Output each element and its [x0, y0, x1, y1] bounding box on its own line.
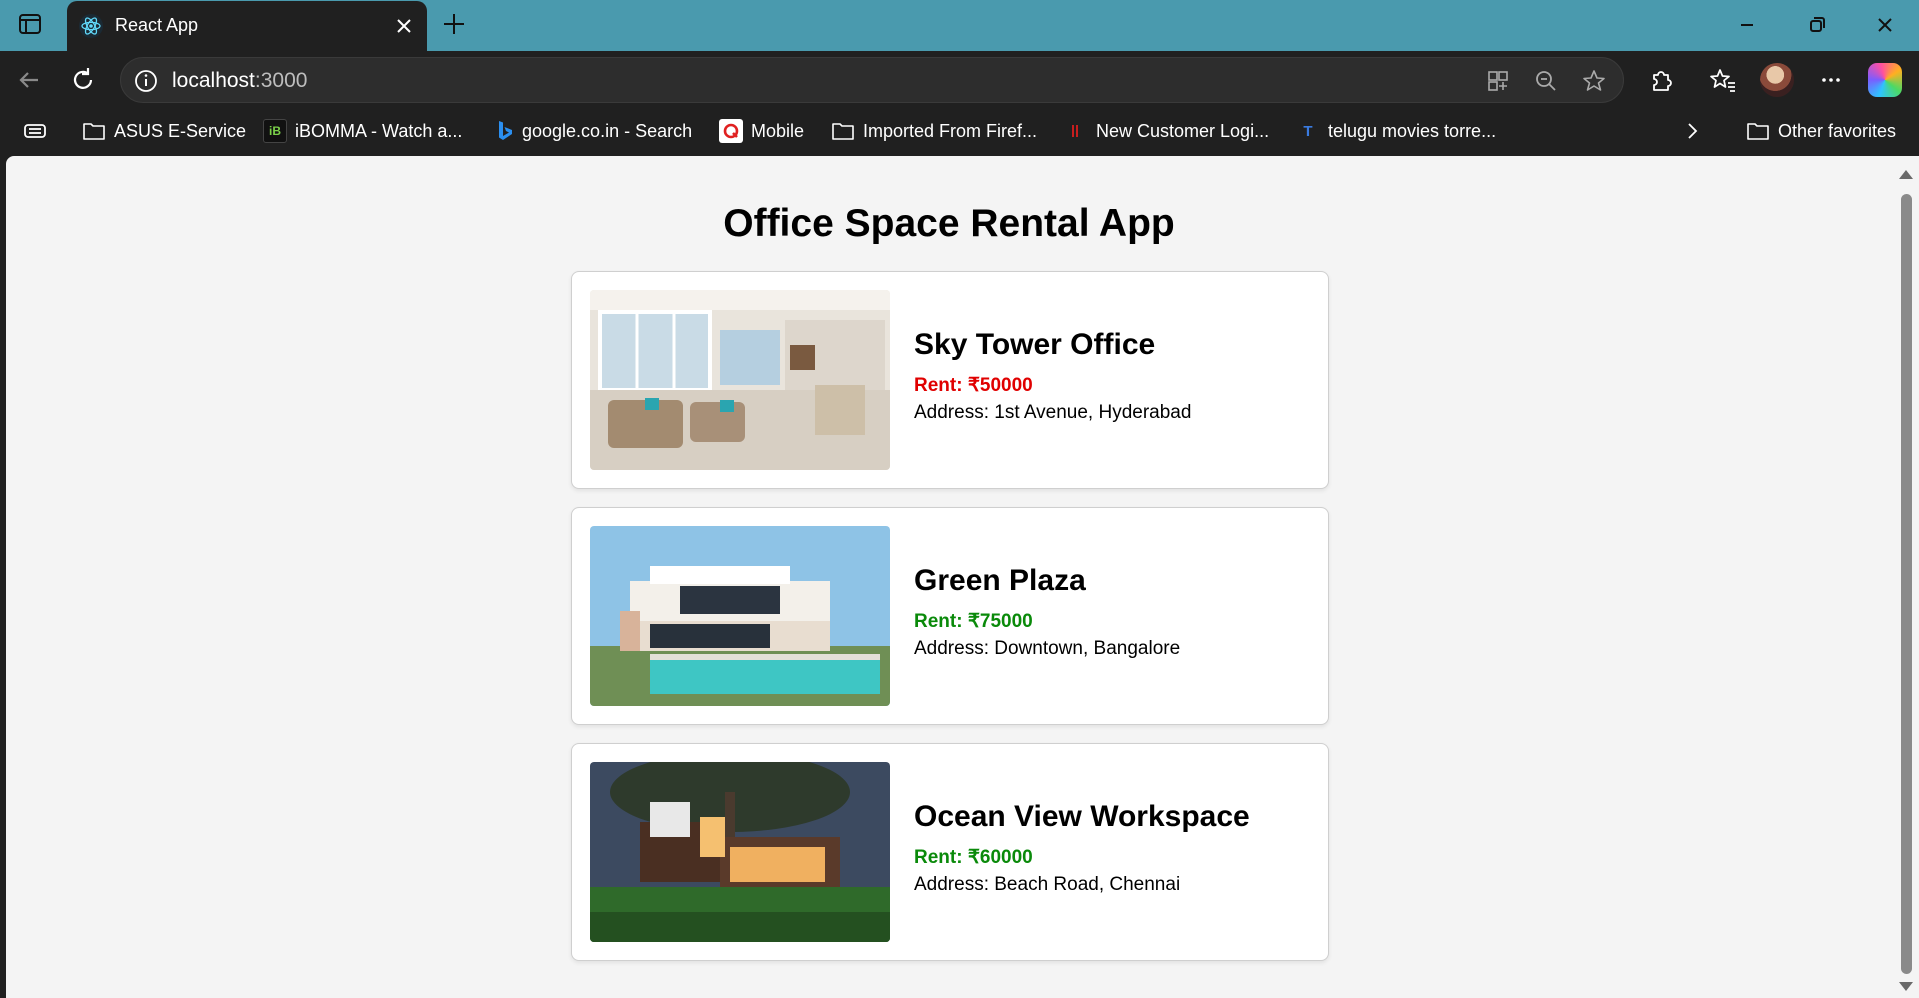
office-card: Ocean View Workspace Rent: ₹60000 Addres… — [571, 743, 1329, 961]
office-image-villa-pool — [590, 526, 890, 706]
favorites-bar: ASUS E-Service iB iBOMMA - Watch a... go… — [0, 108, 1919, 154]
office-card: Green Plaza Rent: ₹75000 Address: Downto… — [571, 507, 1329, 725]
favorite-telugu-movies[interactable]: T telugu movies torre... — [1296, 117, 1496, 145]
page-title: Office Space Rental App — [723, 202, 1175, 245]
bank-icon — [1072, 125, 1078, 137]
favorite-label: google.co.in - Search — [522, 120, 693, 141]
sidebar-toggle-icon[interactable] — [18, 12, 42, 36]
url-text[interactable]: localhost:3000 — [172, 69, 307, 93]
office-rent: Rent: ₹50000 — [914, 375, 1033, 396]
mobile-app-icon — [719, 119, 743, 143]
folder-icon — [1747, 123, 1769, 140]
favorites-icon[interactable] — [1708, 65, 1738, 95]
favorite-label: telugu movies torre... — [1328, 120, 1497, 141]
office-rent: Rent: ₹60000 — [914, 847, 1033, 868]
folder-icon — [83, 123, 105, 140]
scroll-down-arrow-icon[interactable] — [1899, 982, 1913, 991]
browser-title-bar: React App — [0, 0, 1919, 51]
back-arrow-icon[interactable] — [14, 65, 44, 95]
browser-tab-active[interactable]: React App — [67, 1, 427, 51]
more-options-icon[interactable] — [1816, 65, 1846, 95]
react-logo-icon — [79, 14, 103, 38]
scrollbar-thumb[interactable] — [1901, 194, 1912, 974]
favorite-new-customer-login[interactable]: New Customer Logi... — [1064, 117, 1269, 145]
favorite-asus-e-service[interactable]: ASUS E-Service — [82, 117, 246, 145]
app-available-icon[interactable] — [1485, 68, 1511, 94]
copilot-icon[interactable] — [1868, 63, 1902, 97]
favorite-ibomma[interactable]: iB iBOMMA - Watch a... — [263, 117, 462, 145]
favorite-label: iBOMMA - Watch a... — [295, 120, 463, 141]
office-image-living-room — [590, 290, 890, 470]
tab-title: React App — [115, 15, 199, 35]
collections-icon[interactable] — [22, 117, 48, 145]
office-card: Sky Tower Office Rent: ₹50000 Address: 1… — [571, 271, 1329, 489]
office-address: Address: Beach Road, Chennai — [914, 874, 1181, 895]
close-tab-icon[interactable] — [391, 13, 417, 39]
profile-avatar[interactable] — [1760, 63, 1794, 97]
chevron-right-icon[interactable] — [1682, 117, 1702, 145]
browser-toolbar: localhost:3000 — [0, 51, 1919, 108]
ibomma-icon: iB — [263, 119, 287, 143]
favorite-label: New Customer Logi... — [1096, 120, 1270, 141]
reload-icon[interactable] — [68, 65, 98, 95]
url-host: localhost — [172, 69, 255, 92]
page-viewport: Office Space Rental App Sky Tower Office… — [6, 156, 1892, 998]
extensions-icon[interactable] — [1646, 65, 1676, 95]
favorite-mobile[interactable]: Mobile — [719, 117, 804, 145]
address-bar[interactable]: localhost:3000 — [120, 57, 1624, 103]
office-name: Ocean View Workspace — [914, 800, 1250, 833]
vertical-scrollbar[interactable] — [1892, 156, 1919, 998]
url-port: :3000 — [254, 69, 308, 92]
favorite-star-icon[interactable] — [1581, 68, 1607, 94]
office-address: Address: 1st Avenue, Hyderabad — [914, 402, 1192, 423]
favorite-label: Imported From Firef... — [863, 120, 1038, 141]
other-favorites-label: Other favorites — [1778, 120, 1897, 141]
torrent-site-icon: T — [1303, 122, 1313, 140]
favorite-google-search[interactable]: google.co.in - Search — [496, 117, 692, 145]
zoom-out-icon[interactable] — [1533, 68, 1559, 94]
favorite-label: ASUS E-Service — [114, 120, 247, 141]
new-tab-icon[interactable] — [440, 10, 468, 38]
office-name: Green Plaza — [914, 564, 1086, 597]
bing-icon — [499, 121, 512, 140]
close-window-icon[interactable] — [1870, 11, 1900, 39]
office-name: Sky Tower Office — [914, 328, 1156, 361]
folder-icon — [832, 123, 854, 140]
favorite-imported-firefox[interactable]: Imported From Firef... — [831, 117, 1037, 145]
scroll-up-arrow-icon[interactable] — [1899, 170, 1913, 179]
office-address: Address: Downtown, Bangalore — [914, 638, 1181, 659]
other-favorites-folder[interactable]: Other favorites — [1746, 117, 1896, 145]
restore-icon[interactable] — [1802, 11, 1832, 39]
site-info-icon[interactable] — [133, 68, 159, 94]
favorite-label: Mobile — [751, 120, 805, 141]
minimize-icon[interactable] — [1732, 11, 1762, 39]
office-image-modern-house-night — [590, 762, 890, 942]
office-rent: Rent: ₹75000 — [914, 611, 1033, 632]
